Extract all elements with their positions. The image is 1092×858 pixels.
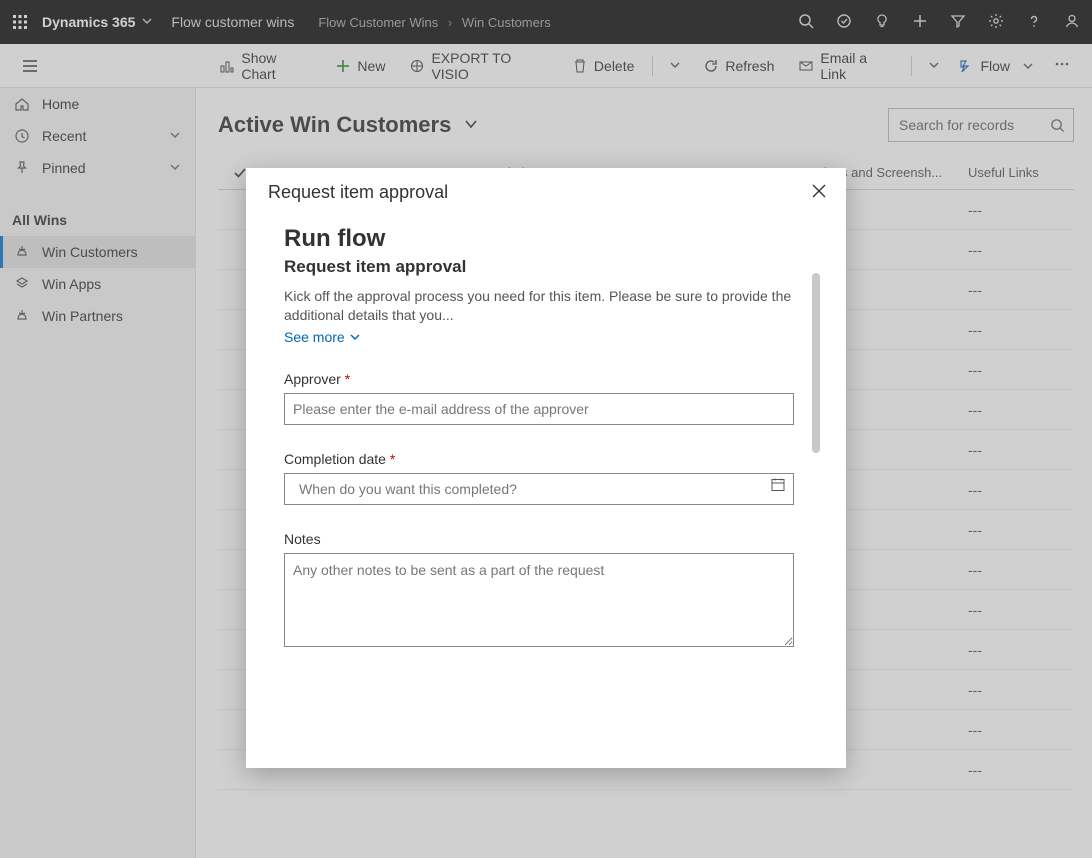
notes-label: Notes — [284, 531, 808, 547]
request-approval-dialog: Request item approval Run flow Request i… — [246, 168, 846, 768]
required-icon: * — [390, 451, 395, 467]
completion-label-text: Completion date — [284, 451, 386, 467]
run-flow-heading: Run flow — [284, 225, 808, 253]
approver-label-text: Approver — [284, 371, 341, 387]
notes-textarea[interactable] — [284, 553, 794, 647]
run-flow-description: Kick off the approval process you need f… — [284, 287, 808, 325]
required-icon: * — [345, 371, 350, 387]
approver-label: Approver * — [284, 371, 808, 387]
see-more-label: See more — [284, 329, 345, 345]
close-icon[interactable] — [812, 182, 826, 203]
dialog-title: Request item approval — [268, 182, 448, 203]
approver-input[interactable] — [284, 393, 794, 425]
see-more-link[interactable]: See more — [284, 329, 808, 345]
scrollbar-thumb[interactable] — [812, 273, 820, 453]
completion-date-input[interactable] — [284, 473, 794, 505]
run-flow-subheading: Request item approval — [284, 257, 808, 277]
completion-date-label: Completion date * — [284, 451, 808, 467]
calendar-icon[interactable] — [770, 476, 786, 495]
